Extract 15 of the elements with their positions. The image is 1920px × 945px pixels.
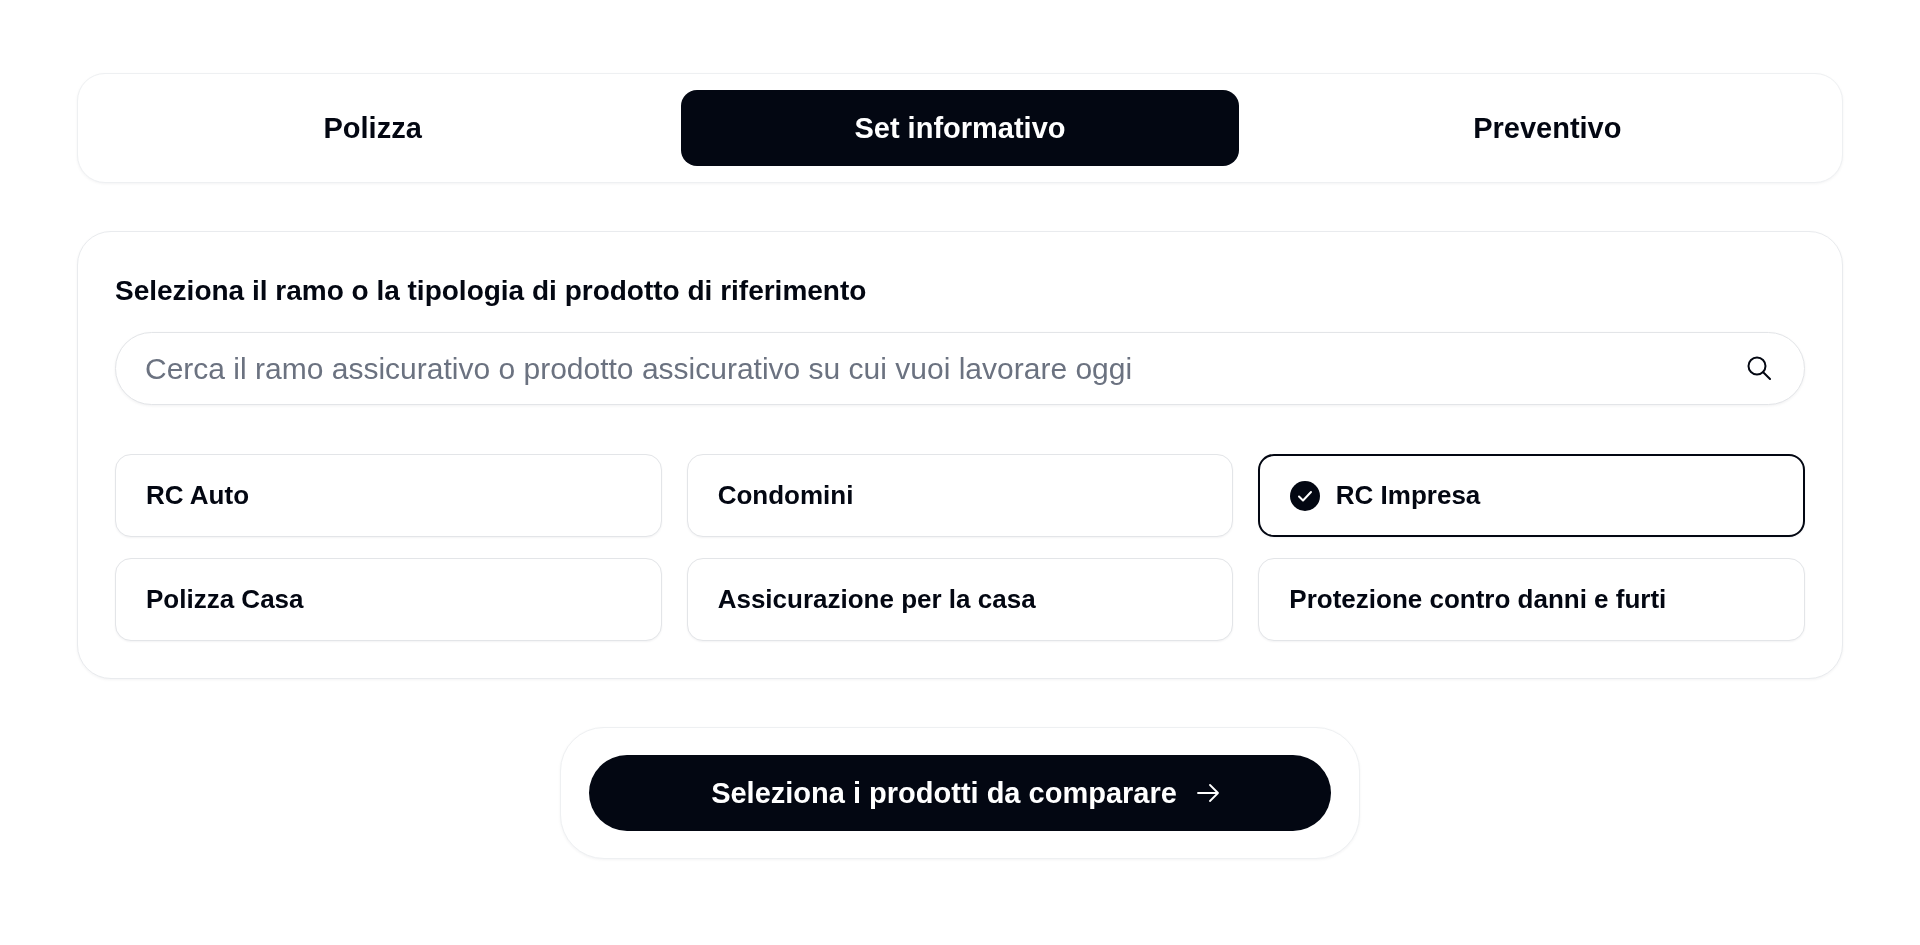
tab[interactable]: Polizza xyxy=(94,90,652,166)
arrow-right-icon xyxy=(1196,784,1219,802)
option-card[interactable]: Condomini xyxy=(686,454,1234,537)
option-card[interactable]: RC Impresa xyxy=(1258,454,1805,537)
option-card[interactable]: Assicurazione per la casa xyxy=(686,558,1234,641)
option-card[interactable]: Protezione contro danni e furti xyxy=(1258,558,1805,641)
tab[interactable]: Set informativo xyxy=(681,90,1239,166)
section-heading: Seleziona il ramo o la tipologia di prodotto di riferimento xyxy=(115,274,868,308)
search-field[interactable]: Cerca il ramo assicurativo o prodotto assicurativo su cui vuoi lavorare oggi xyxy=(115,332,1805,405)
option-card[interactable]: Polizza Casa xyxy=(115,558,662,641)
check-icon xyxy=(1289,480,1320,511)
option-card[interactable]: RC Auto xyxy=(115,454,662,537)
tab[interactable]: Preventivo xyxy=(1268,90,1826,166)
compare-button[interactable]: Seleziona i prodotti da comparare xyxy=(589,755,1331,831)
search-icon[interactable] xyxy=(1747,356,1771,380)
